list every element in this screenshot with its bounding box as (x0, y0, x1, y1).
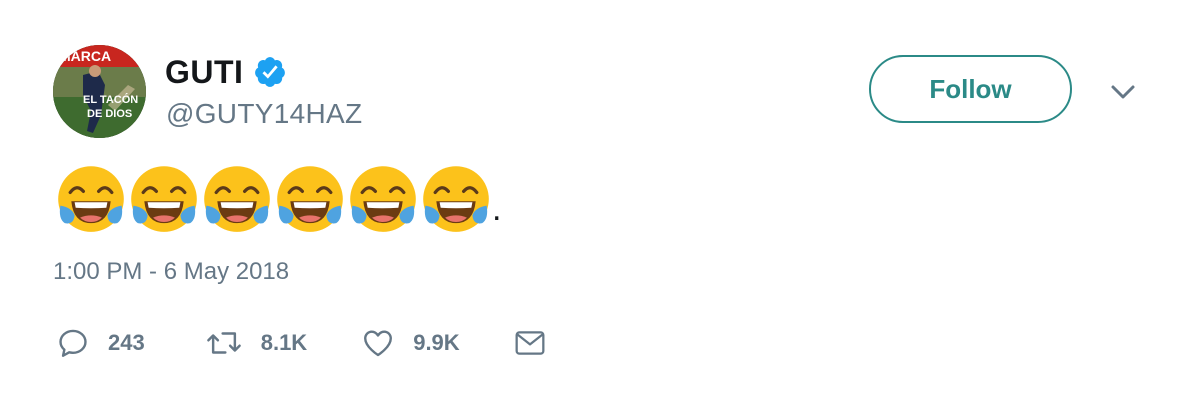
face-with-tears-of-joy-emoji-icon (275, 164, 345, 234)
retweet-icon (206, 332, 241, 354)
avatar-caption-text-2: DE DIOS (87, 108, 132, 120)
tweet-text: . (56, 162, 501, 234)
avatar-caption-text: EL TACÓN (83, 93, 138, 106)
tweet-text-trailing: . (492, 190, 502, 228)
face-with-tears-of-joy-emoji-icon (129, 164, 199, 234)
follow-button[interactable]: Follow (869, 55, 1072, 123)
envelope-icon (515, 331, 545, 355)
tweet-card: MARCA EL TACÓN DE DIOS GUTI @GUTY14HAZ F… (0, 0, 1200, 408)
retweet-count: 8.1K (260, 330, 308, 355)
face-with-tears-of-joy-emoji-icon (56, 164, 126, 234)
tweet-timestamp[interactable]: 1:00 PM - 6 May 2018 (53, 258, 289, 286)
face-with-tears-of-joy-emoji-icon (202, 164, 272, 234)
reply-button[interactable]: 243 (56, 326, 145, 360)
avatar-image: MARCA EL TACÓN DE DIOS (53, 45, 146, 138)
reply-count: 243 (108, 330, 145, 355)
avatar[interactable]: MARCA EL TACÓN DE DIOS (53, 45, 146, 138)
like-count: 9.9K (413, 330, 460, 355)
avatar-logo-text: MARCA (59, 48, 111, 64)
author-display-name[interactable]: GUTI (165, 54, 243, 91)
retweet-button[interactable]: 8.1K (205, 326, 307, 360)
tweet-actions: 243 8.1K 9.9K (56, 326, 546, 360)
author-handle[interactable]: @GUTY14HAZ (166, 98, 362, 130)
direct-message-button[interactable] (514, 328, 546, 358)
reply-icon (59, 329, 87, 357)
chevron-down-icon[interactable] (1108, 80, 1138, 104)
face-with-tears-of-joy-emoji-icon (348, 164, 418, 234)
face-with-tears-of-joy-emoji-icon (421, 164, 491, 234)
author-name-row[interactable]: GUTI (165, 52, 287, 92)
heart-icon (364, 330, 393, 357)
like-button[interactable]: 9.9K (361, 326, 460, 360)
verified-badge-icon (253, 55, 287, 89)
